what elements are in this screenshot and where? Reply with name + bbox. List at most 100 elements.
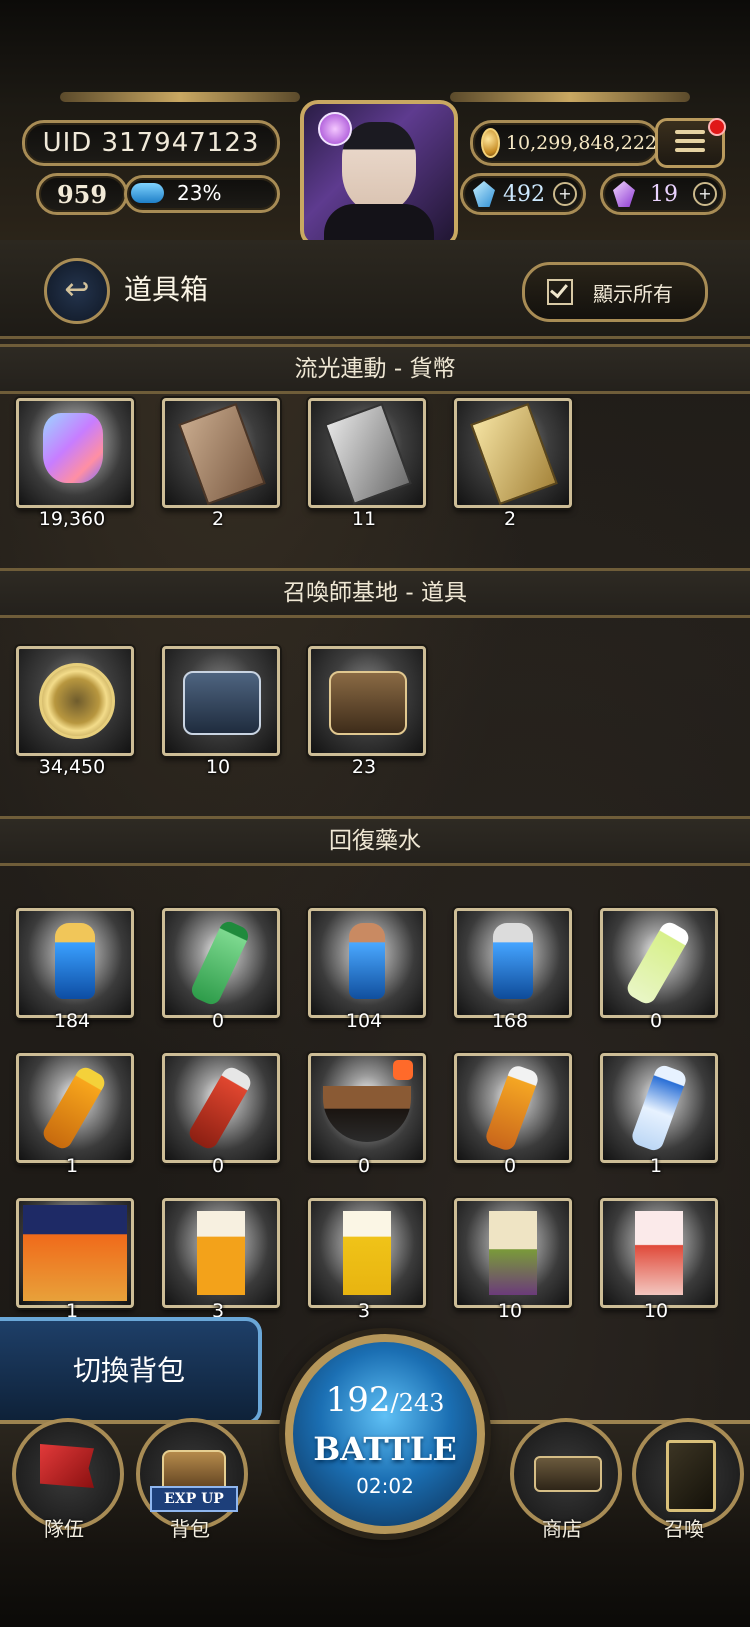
item-count: 1 xyxy=(649,1155,663,1177)
purple-gem-counter[interactable]: 19 + xyxy=(600,173,726,215)
page-title: 道具箱 xyxy=(124,273,209,306)
nav-summon-label: 召喚 xyxy=(664,1517,704,1541)
exp-percent: 23% xyxy=(177,181,222,205)
item-slot[interactable] xyxy=(16,1198,134,1308)
brown-toolbox-icon xyxy=(329,671,407,735)
item-slot[interactable] xyxy=(454,908,572,1018)
beef-noodle-icon xyxy=(323,1086,411,1142)
item-slot[interactable] xyxy=(16,1053,134,1163)
section-header-potions: 回復藥水 xyxy=(0,816,750,866)
item-slot[interactable] xyxy=(16,398,134,508)
gold-potion-icon xyxy=(55,923,95,999)
soda-bottle-icon xyxy=(188,918,252,1008)
item-slot[interactable] xyxy=(454,398,572,508)
prism-crystal-icon xyxy=(43,413,103,483)
nav-backpack-label: 背包 xyxy=(170,1517,210,1541)
stamina-current: 192 xyxy=(325,1380,391,1420)
item-count: 0 xyxy=(357,1155,371,1177)
item-count: 1 xyxy=(65,1155,79,1177)
chips-bag-icon xyxy=(23,1205,127,1301)
nav-team-label: 隊伍 xyxy=(44,1517,84,1541)
gold-amount: 10,299,848,222 xyxy=(505,132,657,154)
apple-tea-carton-icon xyxy=(635,1211,683,1295)
item-count: 104 xyxy=(345,1010,383,1032)
menu-icon-bar xyxy=(675,130,705,134)
water-bottle-icon xyxy=(624,919,692,1007)
bronze-potion-icon xyxy=(349,923,385,999)
item-slot[interactable] xyxy=(162,398,280,508)
item-count: 10 xyxy=(643,1300,669,1322)
item-slot[interactable] xyxy=(308,908,426,1018)
stamina-display: 192/243 xyxy=(293,1380,477,1420)
item-count: 10 xyxy=(497,1300,523,1322)
purple-gem-icon xyxy=(613,181,635,207)
player-level: 959 xyxy=(36,173,128,215)
nav-shop-label: 商店 xyxy=(542,1517,582,1541)
title-row: ↩ 道具箱 顯示所有 xyxy=(0,240,750,339)
red-tea-icon xyxy=(186,1064,254,1152)
section-header-base-items: 召喚師基地 - 道具 xyxy=(0,568,750,618)
menu-icon-bar xyxy=(675,148,705,152)
item-slot[interactable] xyxy=(162,908,280,1018)
item-slot[interactable] xyxy=(308,398,426,508)
noodle-tag-icon xyxy=(393,1060,413,1080)
back-arrow-icon: ↩ xyxy=(64,272,90,307)
summon-card-icon xyxy=(666,1440,716,1512)
item-slot[interactable] xyxy=(16,646,134,756)
item-count: 0 xyxy=(211,1155,225,1177)
stamina-max: /243 xyxy=(390,1389,445,1417)
item-slot[interactable] xyxy=(454,1053,572,1163)
shop-sign-icon xyxy=(534,1456,602,1492)
uid-display: UID 317947123 xyxy=(22,120,280,166)
back-button[interactable]: ↩ xyxy=(44,258,110,324)
item-slot[interactable] xyxy=(454,1198,572,1308)
blue-gem-counter[interactable]: 492 + xyxy=(460,173,586,215)
show-all-toggle[interactable]: 顯示所有 xyxy=(522,262,708,322)
item-count: 2 xyxy=(503,508,517,530)
item-slot[interactable] xyxy=(600,1053,718,1163)
item-slot[interactable] xyxy=(162,1053,280,1163)
section-header-currency: 流光連動 - 貨幣 xyxy=(0,344,750,394)
battle-button[interactable]: 192/243 BATTLE 02:02 xyxy=(285,1334,485,1534)
stamina-timer: 02:02 xyxy=(356,1474,414,1498)
item-slot[interactable] xyxy=(308,1053,426,1163)
silver-potion-icon xyxy=(493,923,533,999)
item-count: 11 xyxy=(351,508,377,530)
gold-card-icon xyxy=(470,402,558,506)
item-slot[interactable] xyxy=(308,1198,426,1308)
item-slot[interactable] xyxy=(600,1198,718,1308)
item-slot[interactable] xyxy=(16,908,134,1018)
milk-tea-carton-icon xyxy=(197,1211,245,1295)
item-slot[interactable] xyxy=(162,646,280,756)
item-count: 19,360 xyxy=(38,508,106,530)
top-ornament-right xyxy=(450,92,690,102)
item-count: 0 xyxy=(503,1155,517,1177)
switch-bag-button[interactable]: 切換背包 xyxy=(0,1317,262,1425)
item-count: 184 xyxy=(53,1010,91,1032)
lemon-tea-icon xyxy=(40,1064,108,1152)
item-slot[interactable] xyxy=(600,908,718,1018)
team-flag-icon xyxy=(40,1444,94,1488)
item-count: 0 xyxy=(211,1010,225,1032)
item-count: 23 xyxy=(351,756,377,778)
show-all-label: 顯示所有 xyxy=(593,281,673,306)
item-count: 2 xyxy=(211,508,225,530)
green-tea-icon xyxy=(483,1063,541,1153)
item-slot[interactable] xyxy=(308,646,426,756)
silver-card-icon xyxy=(324,402,412,506)
gold-coin-icon xyxy=(481,128,500,158)
menu-icon-bar xyxy=(675,139,705,143)
item-count: 168 xyxy=(491,1010,529,1032)
add-blue-gem-icon[interactable]: + xyxy=(553,182,577,206)
item-slot[interactable] xyxy=(162,1198,280,1308)
gold-counter: 10,299,848,222 xyxy=(470,120,660,166)
avatar-face xyxy=(342,122,416,212)
add-purple-gem-icon[interactable]: + xyxy=(693,182,717,206)
notification-dot xyxy=(708,118,726,136)
blue-gem-icon xyxy=(473,181,495,207)
tangle-tea-carton-icon xyxy=(343,1211,391,1295)
fruit-tea-carton-icon xyxy=(489,1211,537,1295)
checkbox-checked-icon[interactable] xyxy=(547,279,573,305)
exp-bar-fill xyxy=(131,183,164,203)
deep-water-icon xyxy=(629,1063,689,1153)
